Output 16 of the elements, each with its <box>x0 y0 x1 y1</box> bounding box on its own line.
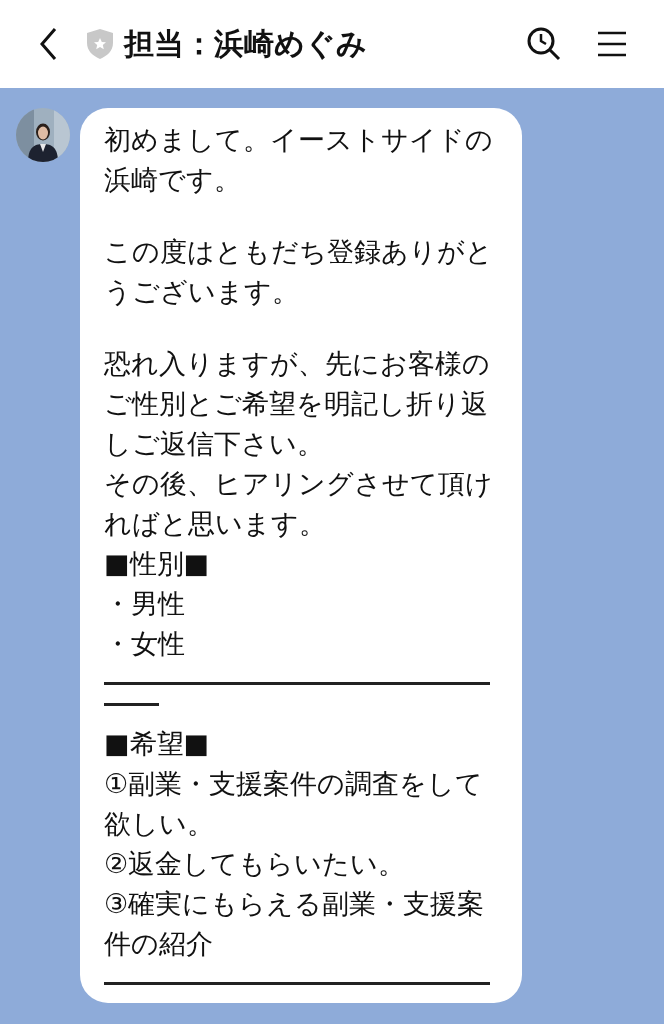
message-text: この度はともだち登録ありがとうございます。 <box>104 235 494 309</box>
search-history-icon[interactable] <box>526 26 562 62</box>
message-text: ①副業・支援案件の調査をして欲しい。 <box>104 767 485 841</box>
message-text: ■性別■ <box>104 547 211 581</box>
back-icon[interactable] <box>38 26 58 62</box>
message-text: ■希望■ <box>104 727 211 761</box>
message-text: ③確実にもらえる副業・支援案件の紹介 <box>104 887 486 961</box>
message-text: 恐れ入りますが、先にお客様のご性別とご希望を明記し折り返しご返信下さい。 <box>104 347 491 461</box>
message-text: ・女性 <box>104 627 186 661</box>
menu-icon[interactable] <box>596 30 628 58</box>
chat-title: 担当：浜崎めぐみ <box>124 24 367 63</box>
message-text: ・男性 <box>104 587 186 621</box>
shield-icon <box>86 28 114 60</box>
message-text: ②返金してもらいたい。 <box>104 847 407 881</box>
message-text: その後、ヒアリングさせて頂ければと思います。 <box>104 467 494 541</box>
message-text: 初めまして。イーストサイドの浜崎です。 <box>104 123 494 197</box>
